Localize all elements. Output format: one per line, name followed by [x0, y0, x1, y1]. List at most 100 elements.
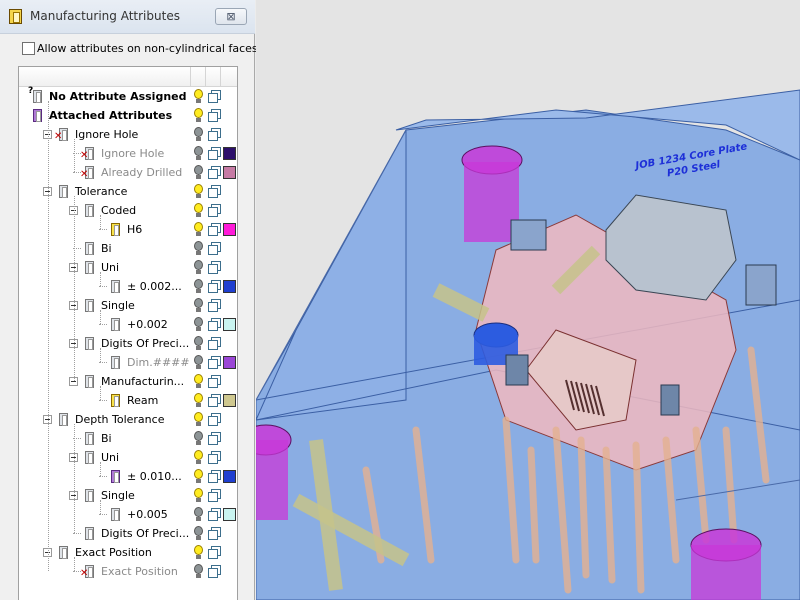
tree-row[interactable]: Exact Position — [19, 562, 237, 581]
tree-row[interactable]: +0.002 — [19, 315, 237, 334]
tree-row[interactable]: H6 — [19, 220, 237, 239]
display-mode-cube-icon[interactable] — [208, 546, 221, 559]
visibility-bulb-icon[interactable] — [193, 279, 204, 294]
visibility-bulb-icon[interactable] — [193, 298, 204, 313]
visibility-bulb-icon[interactable] — [193, 526, 204, 541]
core-plate-model[interactable] — [256, 0, 800, 600]
color-swatch[interactable] — [223, 356, 236, 369]
display-mode-cube-icon[interactable] — [208, 489, 221, 502]
tree-row[interactable]: Already Drilled — [19, 163, 237, 182]
display-mode-cube-icon[interactable] — [208, 318, 221, 331]
display-mode-cube-icon[interactable] — [208, 166, 221, 179]
display-mode-cube-icon[interactable] — [208, 394, 221, 407]
visibility-bulb-icon[interactable] — [193, 374, 204, 389]
tree-row[interactable]: Depth Tolerance — [19, 410, 237, 429]
tree-row[interactable]: Exact Position — [19, 543, 237, 562]
tree-row[interactable]: Dim.#### — [19, 353, 237, 372]
visibility-bulb-icon[interactable] — [193, 165, 204, 180]
display-mode-cube-icon[interactable] — [208, 128, 221, 141]
display-mode-cube-icon[interactable] — [208, 261, 221, 274]
visibility-bulb-icon[interactable] — [193, 431, 204, 446]
column-divider[interactable] — [205, 67, 206, 87]
tree-row[interactable]: +0.005 — [19, 505, 237, 524]
tree-row[interactable]: Ignore Hole — [19, 125, 237, 144]
color-swatch[interactable] — [223, 470, 236, 483]
visibility-bulb-icon[interactable] — [193, 507, 204, 522]
display-mode-cube-icon[interactable] — [208, 565, 221, 578]
visibility-bulb-icon[interactable] — [193, 89, 204, 104]
display-mode-cube-icon[interactable] — [208, 185, 221, 198]
tree-row[interactable]: Digits Of Preci... — [19, 524, 237, 543]
visibility-bulb-icon[interactable] — [193, 260, 204, 275]
display-mode-cube-icon[interactable] — [208, 147, 221, 160]
bulb-glass — [194, 564, 203, 574]
visibility-bulb-icon[interactable] — [193, 241, 204, 256]
attribute-tree[interactable]: No Attribute Assigned Attached Attributes… — [18, 66, 238, 600]
close-button[interactable]: ⊠ — [215, 8, 247, 25]
tree-row[interactable]: Manufacturin... — [19, 372, 237, 391]
tree-row[interactable]: Digits Of Preci... — [19, 334, 237, 353]
tree-row[interactable]: ± 0.010... — [19, 467, 237, 486]
tag-body — [59, 128, 68, 141]
tree-row[interactable]: Ignore Hole — [19, 144, 237, 163]
display-mode-cube-icon[interactable] — [208, 299, 221, 312]
display-mode-cube-icon[interactable] — [208, 337, 221, 350]
tree-row[interactable]: Coded — [19, 201, 237, 220]
tag-body — [85, 527, 94, 540]
visibility-bulb-icon[interactable] — [193, 450, 204, 465]
tree-row[interactable]: Attached Attributes — [19, 106, 237, 125]
display-mode-cube-icon[interactable] — [208, 356, 221, 369]
display-mode-cube-icon[interactable] — [208, 223, 221, 236]
tree-row[interactable]: Single — [19, 296, 237, 315]
tree-row[interactable]: Bi — [19, 429, 237, 448]
visibility-bulb-icon[interactable] — [193, 393, 204, 408]
tree-row[interactable]: Ream — [19, 391, 237, 410]
visibility-bulb-icon[interactable] — [193, 545, 204, 560]
visibility-bulb-icon[interactable] — [193, 564, 204, 579]
display-mode-cube-icon[interactable] — [208, 90, 221, 103]
display-mode-cube-icon[interactable] — [208, 508, 221, 521]
visibility-bulb-icon[interactable] — [193, 222, 204, 237]
tree-row[interactable]: Tolerance — [19, 182, 237, 201]
color-swatch[interactable] — [223, 223, 236, 236]
display-mode-cube-icon[interactable] — [208, 109, 221, 122]
3d-viewport[interactable]: JOB 1234 Core Plate P20 Steel — [256, 0, 800, 600]
visibility-bulb-icon[interactable] — [193, 412, 204, 427]
visibility-bulb-icon[interactable] — [193, 355, 204, 370]
color-swatch[interactable] — [223, 508, 236, 521]
tree-row[interactable]: Bi — [19, 239, 237, 258]
visibility-bulb-icon[interactable] — [193, 108, 204, 123]
display-mode-cube-icon[interactable] — [208, 470, 221, 483]
visibility-bulb-icon[interactable] — [193, 127, 204, 142]
visibility-bulb-icon[interactable] — [193, 336, 204, 351]
display-mode-cube-icon[interactable] — [208, 375, 221, 388]
tree-row[interactable]: Uni — [19, 448, 237, 467]
visibility-bulb-icon[interactable] — [193, 469, 204, 484]
tree-row[interactable]: Uni — [19, 258, 237, 277]
allow-non-cylindrical-checkbox[interactable] — [22, 42, 35, 55]
display-mode-cube-icon[interactable] — [208, 432, 221, 445]
visibility-bulb-icon[interactable] — [193, 146, 204, 161]
color-swatch[interactable] — [223, 280, 236, 293]
color-swatch[interactable] — [223, 318, 236, 331]
visibility-bulb-icon[interactable] — [193, 203, 204, 218]
display-mode-cube-icon[interactable] — [208, 451, 221, 464]
tree-connector — [48, 101, 49, 571]
column-divider[interactable] — [220, 67, 221, 87]
color-swatch[interactable] — [223, 147, 236, 160]
display-mode-cube-icon[interactable] — [208, 527, 221, 540]
display-mode-cube-icon[interactable] — [208, 280, 221, 293]
panel-titlebar[interactable]: Manufacturing Attributes ⊠ — [0, 0, 255, 34]
tree-row[interactable]: No Attribute Assigned — [19, 86, 237, 106]
color-swatch[interactable] — [223, 166, 236, 179]
tree-row[interactable]: Single — [19, 486, 237, 505]
column-divider[interactable] — [190, 67, 191, 87]
display-mode-cube-icon[interactable] — [208, 242, 221, 255]
visibility-bulb-icon[interactable] — [193, 488, 204, 503]
color-swatch[interactable] — [223, 394, 236, 407]
visibility-bulb-icon[interactable] — [193, 317, 204, 332]
tree-row[interactable]: ± 0.002... — [19, 277, 237, 296]
display-mode-cube-icon[interactable] — [208, 413, 221, 426]
display-mode-cube-icon[interactable] — [208, 204, 221, 217]
visibility-bulb-icon[interactable] — [193, 184, 204, 199]
